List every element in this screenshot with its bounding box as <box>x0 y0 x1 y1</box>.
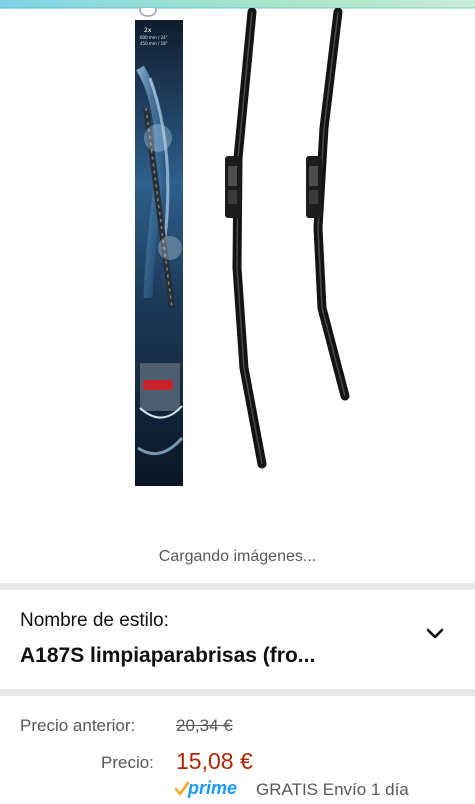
style-name-label: Nombre de estilo: <box>20 610 169 631</box>
prime-label: prime <box>188 778 238 798</box>
prime-badge: prime <box>175 778 247 800</box>
package-size-2: 450 mm / 18" <box>140 41 168 46</box>
shipping-info: GRATIS Envío 1 día <box>256 780 409 799</box>
package-size-1: 600 mm / 24" <box>140 35 168 40</box>
previous-price-label: Precio anterior: <box>20 716 136 735</box>
product-page: 2x 600 mm / 24" 450 mm / 18" Cargando im… <box>0 0 475 804</box>
style-name-value: A187S limpiaparabrisas (fro... <box>20 644 316 667</box>
current-price-label: Precio: <box>101 753 154 772</box>
product-image-gallery[interactable]: 2x 600 mm / 24" 450 mm / 18" Cargando im… <box>0 8 475 583</box>
wiper-blade-left <box>225 8 267 469</box>
package-count: 2x <box>144 27 152 34</box>
current-price-value: 15,08 € <box>176 748 253 774</box>
price-block: Precio anterior: 20,34 € Precio: 15,08 €… <box>0 696 475 804</box>
package-box: 2x 600 mm / 24" 450 mm / 18" <box>135 8 184 486</box>
section-divider <box>0 583 475 590</box>
wiper-blade-right <box>306 8 350 401</box>
previous-price-value: 20,34 € <box>176 716 233 735</box>
loading-images-text: Cargando imágenes... <box>158 548 317 565</box>
prime-check-icon <box>175 781 189 796</box>
style-name-dropdown[interactable]: Nombre de estilo: A187S limpiaparabrisas… <box>0 590 475 689</box>
product-image[interactable]: 2x 600 mm / 24" 450 mm / 18" <box>0 8 475 508</box>
chevron-down-icon[interactable] <box>423 624 447 644</box>
section-divider <box>0 689 475 696</box>
top-accent-strip <box>0 0 475 9</box>
